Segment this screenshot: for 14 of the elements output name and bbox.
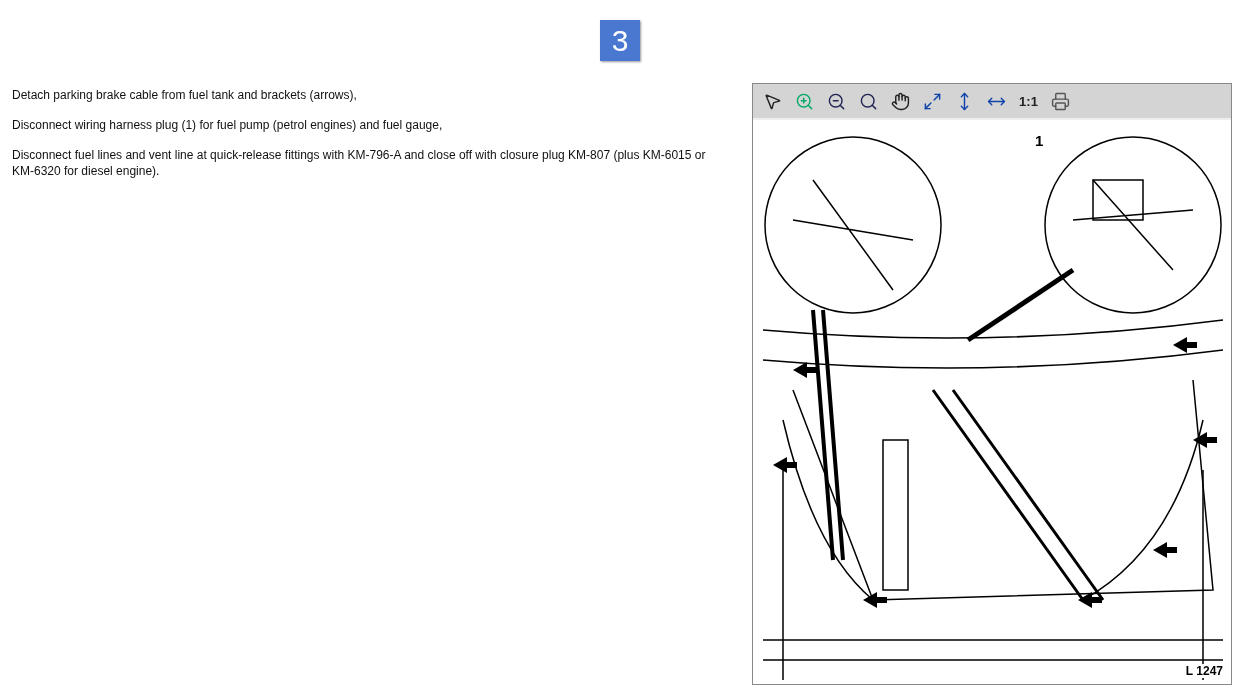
fit-page-icon	[923, 91, 942, 111]
printer-icon	[1051, 91, 1070, 111]
callout-number: 1	[1035, 132, 1044, 149]
zoom-in-icon	[795, 91, 814, 111]
instruction-text: Disconnect fuel lines and vent line at quick-release fittings with KM-796-A and close off with closure plug KM-807 (plus KM-6015 or KM-6320 for diesel engine).	[12, 147, 707, 179]
pointer-icon	[763, 91, 782, 111]
search-icon	[859, 91, 878, 111]
step-number: 3	[600, 20, 640, 61]
figure-code: L 1247	[1185, 664, 1223, 678]
instruction-text: Disconnect wiring harness plug (1) for fuel pump (petrol engines) and fuel gauge,	[12, 117, 444, 133]
hand-icon	[891, 91, 910, 111]
instruction-text: Detach parking brake cable from fuel tank and brackets (arrows),	[12, 87, 358, 103]
actual-size-button[interactable]: 1:1	[1017, 89, 1040, 113]
zoom-out-icon	[827, 91, 846, 111]
